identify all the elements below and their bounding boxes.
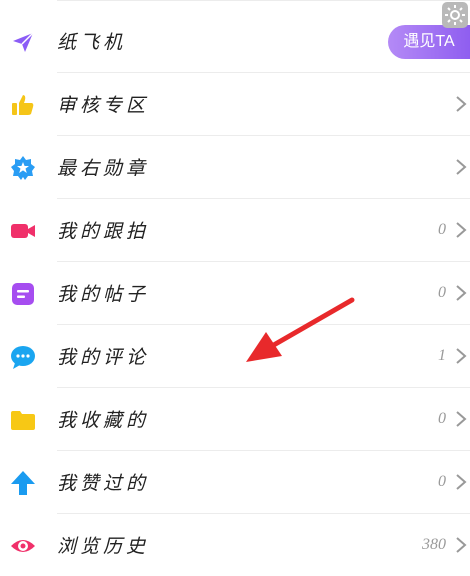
menu-item-browsing-history[interactable]: 浏览历史 380 bbox=[0, 514, 470, 576]
menu-item-my-posts[interactable]: 我的帖子 0 bbox=[0, 262, 470, 324]
menu-item-my-favorites[interactable]: 我收藏的 0 bbox=[0, 388, 470, 450]
thumbs-up-icon bbox=[10, 92, 36, 118]
menu-item-label: 浏览历史 bbox=[57, 535, 150, 558]
chevron-right-icon bbox=[454, 536, 468, 554]
menu-item-my-likes[interactable]: 我赞过的 0 bbox=[0, 451, 470, 513]
menu-item-label: 审核专区 bbox=[57, 94, 150, 117]
divider bbox=[57, 0, 470, 1]
item-count: 0 bbox=[438, 473, 446, 490]
item-count: 0 bbox=[438, 410, 446, 427]
eye-icon bbox=[10, 533, 36, 559]
menu-item-label: 我赞过的 bbox=[57, 472, 150, 495]
menu-item-my-comments[interactable]: 我的评论 1 bbox=[0, 325, 470, 387]
video-camera-icon bbox=[10, 218, 36, 244]
chevron-right-icon bbox=[454, 284, 468, 302]
chevron-right-icon bbox=[454, 95, 468, 113]
item-count: 380 bbox=[422, 536, 446, 553]
item-count: 0 bbox=[438, 284, 446, 301]
chevron-right-icon bbox=[454, 221, 468, 239]
paper-plane-icon bbox=[10, 29, 36, 55]
up-arrow-icon bbox=[10, 470, 36, 496]
item-count: 0 bbox=[438, 221, 446, 238]
menu-item-medals[interactable]: 最右勋章 bbox=[0, 136, 470, 198]
chevron-right-icon bbox=[454, 158, 468, 176]
chevron-right-icon bbox=[454, 473, 468, 491]
chevron-right-icon bbox=[454, 410, 468, 428]
medal-star-icon bbox=[10, 155, 36, 181]
meet-ta-button[interactable]: 遇见TA bbox=[388, 25, 470, 59]
settings-gear-icon[interactable] bbox=[442, 2, 468, 28]
menu-item-label: 我的帖子 bbox=[57, 283, 150, 306]
comment-bubble-icon bbox=[10, 344, 36, 370]
post-icon bbox=[10, 281, 36, 307]
menu-item-my-follow-shoots[interactable]: 我的跟拍 0 bbox=[0, 199, 470, 261]
profile-menu-list: 纸飞机 遇见TA 审核专区 最右勋章 我的跟拍 0 我的帖子 0 我的评论 1 … bbox=[0, 0, 470, 560]
menu-item-review-zone[interactable]: 审核专区 bbox=[0, 73, 470, 135]
item-count: 1 bbox=[438, 347, 446, 364]
menu-item-label: 纸飞机 bbox=[57, 31, 127, 54]
folder-icon bbox=[10, 407, 36, 433]
menu-item-label: 我的跟拍 bbox=[57, 220, 150, 243]
menu-item-label: 最右勋章 bbox=[57, 157, 150, 180]
menu-item-label: 我收藏的 bbox=[57, 409, 150, 432]
chevron-right-icon bbox=[454, 347, 468, 365]
menu-item-label: 我的评论 bbox=[57, 346, 150, 369]
